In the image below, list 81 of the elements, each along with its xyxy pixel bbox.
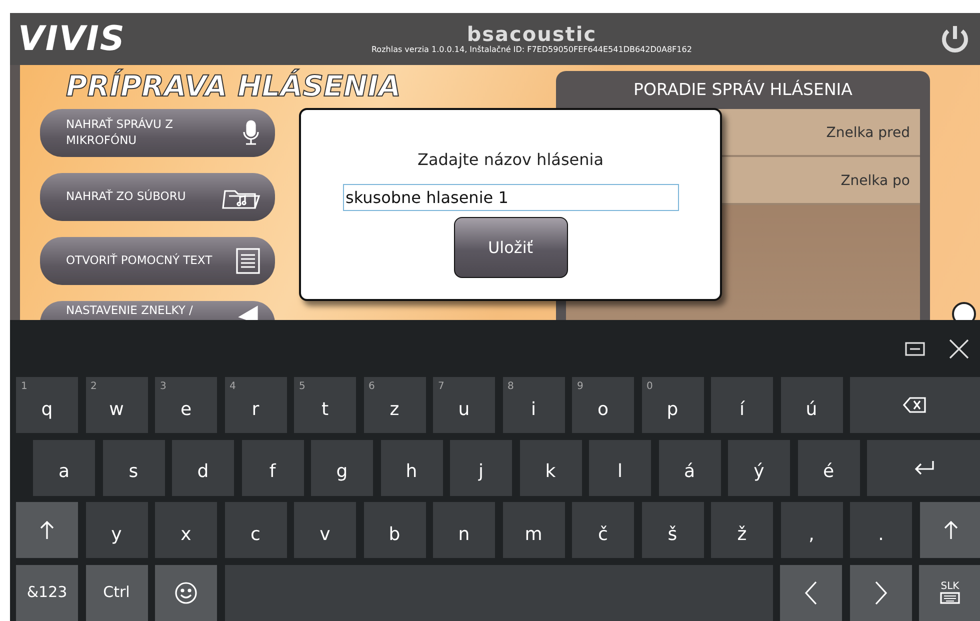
menu-button[interactable]: NAHRAŤ ZO SÚBORU bbox=[40, 172, 275, 221]
key[interactable]: ú bbox=[780, 377, 842, 433]
name-field[interactable]: skusobne hlasenie 1 bbox=[342, 184, 678, 211]
key[interactable]: b bbox=[364, 502, 426, 558]
key[interactable]: 9 o bbox=[572, 377, 634, 433]
key[interactable]: l bbox=[589, 440, 651, 496]
space-key[interactable] bbox=[224, 564, 772, 620]
key[interactable]: h bbox=[380, 440, 442, 496]
key[interactable]: 8 i bbox=[502, 377, 564, 433]
key[interactable]: 2 w bbox=[86, 377, 148, 433]
key-hint: 3 bbox=[160, 380, 166, 394]
key-hint: 6 bbox=[368, 380, 375, 394]
key[interactable]: d bbox=[172, 440, 234, 496]
key[interactable]: x bbox=[155, 502, 217, 558]
key-hint: 1 bbox=[21, 380, 28, 394]
key[interactable]: c bbox=[224, 502, 286, 558]
key-hint: 5 bbox=[299, 380, 306, 394]
backspace-key[interactable] bbox=[850, 377, 980, 433]
speaker-icon bbox=[237, 302, 261, 323]
key[interactable]: é bbox=[798, 440, 860, 496]
key-hint: 9 bbox=[577, 380, 584, 394]
panel-title: PRÍPRAVA HLÁSENIA bbox=[66, 71, 402, 103]
key-hint: 0 bbox=[646, 380, 653, 394]
microphone-icon bbox=[241, 118, 261, 147]
key[interactable]: m bbox=[502, 502, 564, 558]
key[interactable]: á bbox=[658, 440, 720, 496]
dock-icon[interactable] bbox=[904, 340, 926, 358]
enter-icon bbox=[912, 460, 934, 476]
key[interactable]: y bbox=[86, 502, 148, 558]
key[interactable]: g bbox=[311, 440, 373, 496]
key[interactable]: a bbox=[33, 440, 95, 496]
right-chevron-icon bbox=[874, 580, 888, 606]
key[interactable]: , bbox=[780, 502, 842, 558]
key[interactable]: í bbox=[711, 377, 773, 433]
key[interactable]: . bbox=[850, 502, 912, 558]
key[interactable]: 7 u bbox=[433, 377, 495, 433]
right-key[interactable] bbox=[850, 564, 912, 620]
key[interactable]: 5 t bbox=[294, 377, 356, 433]
brand-name: bsacoustic bbox=[466, 23, 597, 46]
key[interactable]: 3 e bbox=[155, 377, 217, 433]
document-icon bbox=[235, 246, 261, 275]
key[interactable]: 4 r bbox=[224, 377, 286, 433]
enter-key[interactable] bbox=[867, 440, 980, 496]
key[interactable]: n bbox=[433, 502, 495, 558]
key[interactable]: j bbox=[450, 440, 512, 496]
key[interactable]: 0 p bbox=[642, 377, 704, 433]
shift-key[interactable] bbox=[16, 502, 78, 558]
menu-button[interactable]: NAHRAŤ SPRÁVU Z MIKROFÓNU bbox=[40, 108, 275, 157]
close-icon[interactable] bbox=[948, 338, 970, 360]
up-arrow-icon bbox=[942, 520, 958, 540]
key-hint: 8 bbox=[508, 380, 514, 394]
key[interactable]: ž bbox=[711, 502, 773, 558]
key[interactable]: 6 z bbox=[364, 377, 426, 433]
backspace-icon bbox=[903, 396, 927, 414]
key[interactable]: &123 bbox=[16, 564, 78, 620]
key[interactable]: k bbox=[520, 440, 582, 496]
menu-button[interactable]: OTVORIŤ POMOCNÝ TEXT bbox=[40, 236, 275, 285]
left-chevron-icon bbox=[804, 580, 818, 606]
keyboard-icon bbox=[940, 592, 960, 604]
logo: VIVIS bbox=[18, 19, 126, 59]
smiley-icon bbox=[174, 580, 198, 604]
order-panel-title: PORADIE SPRÁV HLÁSENIA bbox=[632, 78, 854, 101]
key-hint: 4 bbox=[230, 380, 236, 394]
up-arrow-icon bbox=[39, 520, 55, 540]
key[interactable]: v bbox=[294, 502, 356, 558]
key[interactable]: Ctrl bbox=[86, 564, 148, 620]
shift-key[interactable] bbox=[920, 502, 980, 558]
layout-key[interactable]: SLK bbox=[919, 564, 980, 620]
key[interactable]: s bbox=[102, 440, 164, 496]
left-key[interactable] bbox=[780, 564, 842, 620]
key-hint: 2 bbox=[90, 380, 97, 394]
save-button[interactable]: Uložiť bbox=[454, 217, 568, 278]
emoji-key[interactable] bbox=[155, 564, 217, 620]
key[interactable]: č bbox=[572, 502, 634, 558]
layout-label: SLK bbox=[940, 581, 960, 592]
version-text: Rozhlas verzia 1.0.0.14, Inštalačné ID: F7ED59050FEF644E541DB642D0A8F162 bbox=[371, 45, 692, 55]
key[interactable]: š bbox=[642, 502, 704, 558]
key[interactable]: ý bbox=[728, 440, 790, 496]
key[interactable]: f bbox=[242, 440, 304, 496]
key-hint: 7 bbox=[438, 380, 444, 394]
key[interactable]: 1 q bbox=[16, 377, 78, 433]
